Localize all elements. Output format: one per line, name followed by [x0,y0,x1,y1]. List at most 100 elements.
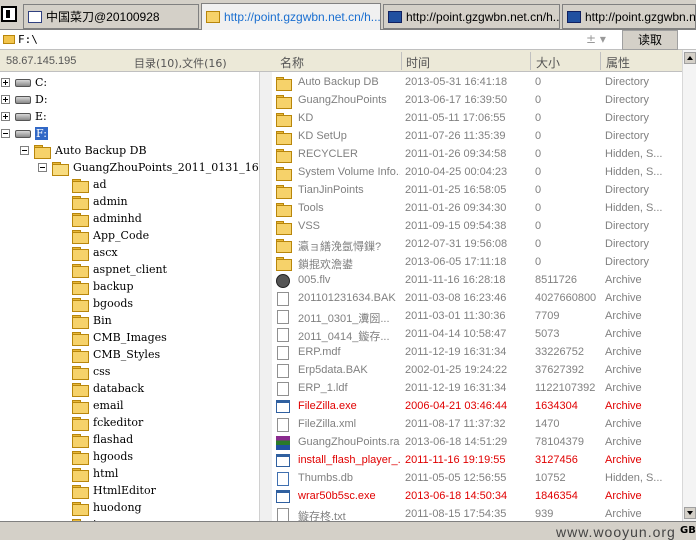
file-row[interactable]: 005.flv 2011-11-16 16:28:18 8511726 Archive [272,272,682,290]
column-header-time[interactable]: 时间 [406,54,430,71]
tree-node[interactable]: D: [1,91,48,108]
scroll-up-icon[interactable] [684,52,696,64]
file-row[interactable]: ERP.mdf 2011-12-19 16:31:34 33226752 Archiv… [272,344,682,362]
file-row[interactable]: Thumbs.db 2011-05-05 12:56:55 10752 Hidden,… [272,470,682,488]
tree-node-label: flashad [93,433,134,446]
file-row[interactable]: Auto Backup DB 2013-05-31 16:41:18 0 Direct… [272,74,682,92]
file-row[interactable]: ERP_1.ldf 2011-12-19 16:31:34 1122107392 Ar… [272,380,682,398]
tree-node[interactable]: GuangZhouPoints_2011_0131_1624 [38,159,272,176]
expand-icon[interactable] [1,78,10,87]
file-row[interactable]: RECYCLER 2011-01-26 09:34:58 0 Hidden, S... [272,146,682,164]
tree-node[interactable]: adminhd [72,210,142,227]
file-name: System Volume Info... [298,166,400,178]
tree-node[interactable]: flashad [72,431,133,448]
window-menu-icon[interactable] [1,6,17,22]
collapse-icon[interactable] [20,146,29,155]
tree-node-label: fckeditor [93,416,144,429]
file-size: 1122107392 [535,382,596,394]
tree-node[interactable]: css [72,363,110,380]
expand-icon[interactable] [1,112,10,121]
folder-icon [72,246,89,261]
path-input[interactable]: F:\ [18,32,618,48]
file-row[interactable]: Tools 2011-01-26 09:34:30 0 Hidden, S... [272,200,682,218]
encoding-indicator[interactable]: GB [680,525,696,536]
tree-node[interactable]: email [72,397,124,414]
tree-node[interactable]: fckeditor [72,414,143,431]
column-header-attr[interactable]: 属性 [606,54,630,71]
file-name: KD [298,112,314,124]
file-size: 33226752 [535,346,584,358]
expand-icon[interactable] [1,95,10,104]
file-name: Auto Backup DB [298,76,379,88]
file-attr: Archive [605,418,642,430]
file-row[interactable]: 鏇存柊.txt 2011-08-15 17:54:35 939 Archive [272,506,682,521]
tree-node[interactable]: ascx [72,244,118,261]
column-header-size[interactable]: 大小 [536,54,560,71]
tree-node[interactable]: ad [72,176,107,193]
column-divider[interactable] [600,52,601,70]
column-divider[interactable] [530,52,531,70]
tree-node[interactable]: F: [1,125,48,142]
file-time: 2011-01-25 16:58:05 [405,184,507,196]
tree-node[interactable]: Bin [72,312,112,329]
tab-point-2[interactable]: http://point.gzgwbn.net.cn/h... [383,4,560,29]
exe-icon [276,490,290,503]
pane-splitter[interactable] [259,72,272,521]
tree-node[interactable]: HtmlEditor [72,482,156,499]
tree-node[interactable]: E: [1,108,47,125]
file-row[interactable]: FileZilla.xml 2011-08-17 11:37:32 1470 Arch… [272,416,682,434]
tree-node[interactable]: hgoods [72,448,133,465]
file-row[interactable]: GuangZhouPoints.rar 2013-06-18 14:51:29 78… [272,434,682,452]
tree-node[interactable]: CMB_Styles [72,346,160,363]
tree-node-label: huodong [93,501,142,514]
tree-node[interactable]: backup [72,278,134,295]
tab-point-1[interactable]: http://point.gzgwbn.net.cn/h... [201,3,381,30]
vertical-scrollbar[interactable] [682,50,696,521]
tree-node[interactable]: aspnet_client [72,261,167,278]
read-button[interactable]: 读取 [622,30,678,50]
column-header-name[interactable]: 名称 [280,54,304,71]
tree-node[interactable]: databack [72,380,144,397]
file-name: Thumbs.db [298,472,354,484]
tab-point-3[interactable]: http://point.gzgwbn.net.cn/h... [562,4,696,29]
tree-node[interactable]: huodong [72,499,142,516]
tree-node[interactable]: admin [72,193,128,210]
tree-node[interactable]: html [72,465,118,482]
scroll-down-icon[interactable] [684,507,696,519]
tree-node[interactable]: Auto Backup DB [20,142,147,159]
file-row[interactable]: System Volume Info... 2010-04-25 00:04:23… [272,164,682,182]
directory-tree-pane: 58.67.145.195 目录(10),文件(16) C: D: E: F: Auto… [0,50,272,521]
file-row[interactable]: GuangZhouPoints 2013-06-17 16:39:50 0 Direc… [272,92,682,110]
column-divider[interactable] [401,52,402,70]
tree-node[interactable]: C: [1,74,47,91]
file-row[interactable]: 瀛ョ繕浼氬憳鏁? 2012-07-31 19:56:08 0 Directory [272,236,682,254]
folder-icon [276,95,292,109]
file-row[interactable]: wrar50b5sc.exe 2013-06-18 14:50:34 1846354… [272,488,682,506]
file-row[interactable]: FileZilla.exe 2006-04-21 03:46:44 1634304 A… [272,398,682,416]
file-attr: Directory [605,220,650,232]
file-row[interactable]: KD 2011-05-11 17:06:55 0 Directory [272,110,682,128]
file-row[interactable]: 鎖掍欢澹鍙 2013-06-05 17:11:18 0 Directory [272,254,682,272]
tree-node-label: backup [93,280,134,293]
file-row[interactable]: TianJinPoints 2011-01-25 16:58:05 0 Directo… [272,182,682,200]
file-attr: Hidden, S... [605,148,663,160]
file-row[interactable]: VSS 2011-09-15 09:54:38 0 Directory [272,218,682,236]
file-attr: Directory [605,256,650,268]
file-row[interactable]: 201101231634.BAK 2011-03-08 16:23:46 40276… [272,290,682,308]
file-row[interactable]: 2011_0414_鏇存... 2011-04-14 10:58:47 5073 Ar… [272,326,682,344]
file-row[interactable]: Erp5data.BAK 2002-01-25 19:24:22 37627392 A… [272,362,682,380]
collapse-icon[interactable] [1,129,10,138]
tree-node[interactable]: bgoods [72,295,133,312]
tree-node-label: bgoods [93,297,134,310]
path-bar: F:\ ± ▾ [0,30,696,50]
tab-caidao[interactable]: 中国菜刀@20100928 [23,4,199,29]
file-row[interactable]: 2011_0301_瀵圀... 2011-03-01 11:30:36 7709 Ar… [272,308,682,326]
file-row[interactable]: install_flash_player_... 2011-11-16 19:19… [272,452,682,470]
collapse-icon[interactable] [38,163,47,172]
file-name: RECYCLER [298,148,358,160]
path-dropdown-icon[interactable]: ± ▾ [586,32,606,46]
file-row[interactable]: KD SetUp 2011-07-26 11:35:39 0 Directory [272,128,682,146]
file-name: 鎖掍欢澹鍙 [298,259,353,271]
tree-node[interactable]: CMB_Images [72,329,167,346]
tree-node[interactable]: App_Code [72,227,149,244]
